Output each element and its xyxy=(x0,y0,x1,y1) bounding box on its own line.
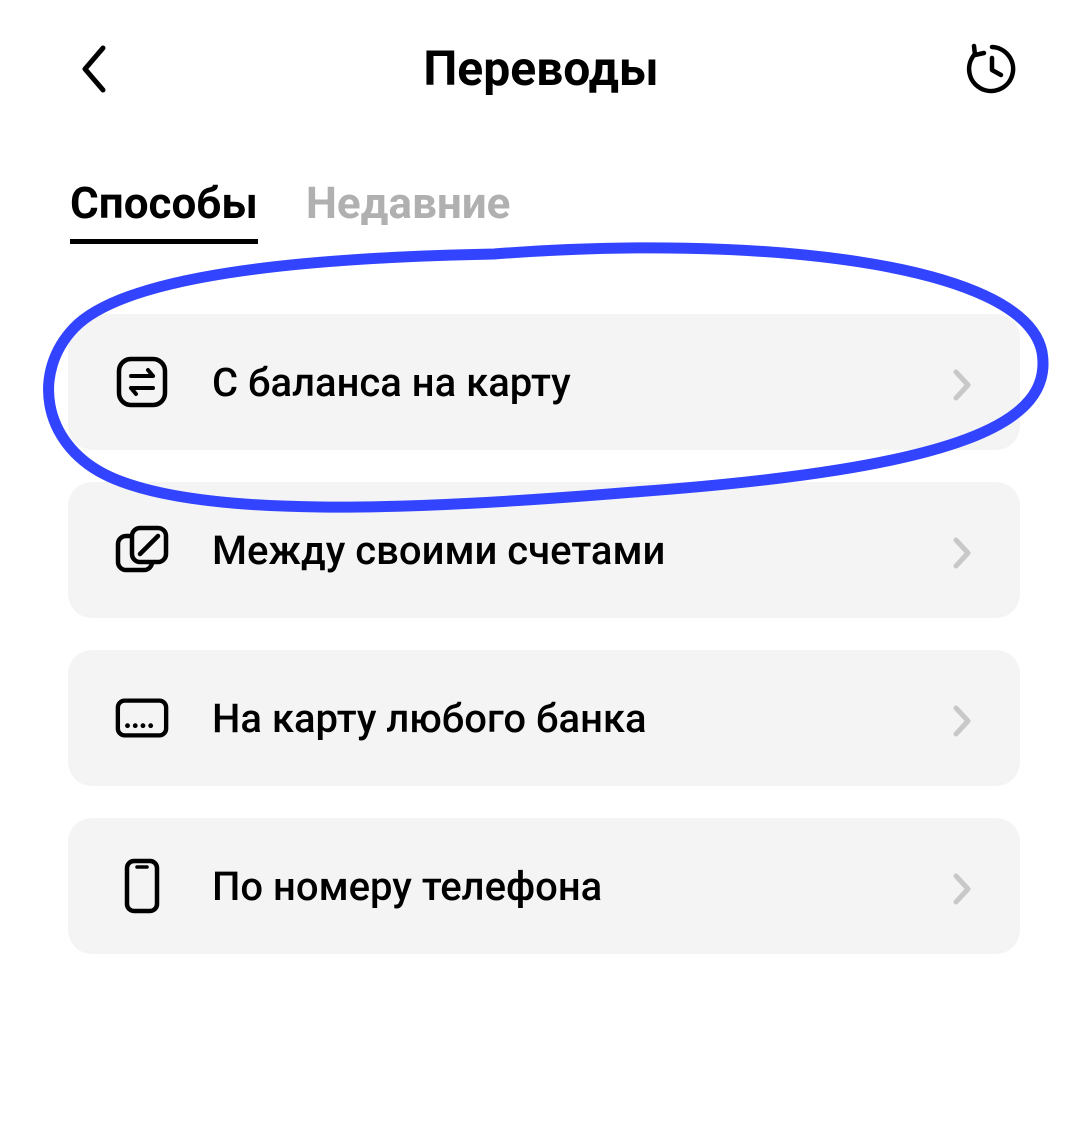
option-between-own-accounts[interactable]: Между своими счетами xyxy=(68,482,1020,618)
option-label: По номеру телефона xyxy=(212,863,952,910)
chevron-right-icon xyxy=(952,704,980,732)
option-label: Между своими счетами xyxy=(212,527,952,574)
option-label: С баланса на карту xyxy=(212,359,952,406)
option-to-any-bank-card[interactable]: На карту любого банка xyxy=(68,650,1020,786)
tabs: Способы Недавние xyxy=(0,127,1080,244)
transfer-icon xyxy=(114,354,170,410)
chevron-right-icon xyxy=(952,536,980,564)
option-label: На карту любого банка xyxy=(212,695,952,742)
chevron-left-icon xyxy=(79,44,109,94)
option-by-phone-number[interactable]: По номеру телефона xyxy=(68,818,1020,954)
between-accounts-icon xyxy=(114,522,170,578)
phone-icon xyxy=(114,858,170,914)
options-list: С баланса на карту Между своими счетами xyxy=(0,244,1080,954)
option-balance-to-card[interactable]: С баланса на карту xyxy=(68,314,1020,450)
tab-recent[interactable]: Недавние xyxy=(306,177,511,239)
chevron-right-icon xyxy=(952,368,980,396)
history-button[interactable] xyxy=(964,41,1020,97)
page-title: Переводы xyxy=(423,40,658,97)
back-button[interactable] xyxy=(70,45,118,93)
card-icon xyxy=(114,690,170,746)
tab-methods[interactable]: Способы xyxy=(70,177,258,244)
chevron-right-icon xyxy=(952,872,980,900)
header: Переводы xyxy=(0,0,1080,127)
clock-history-icon xyxy=(964,41,1020,97)
